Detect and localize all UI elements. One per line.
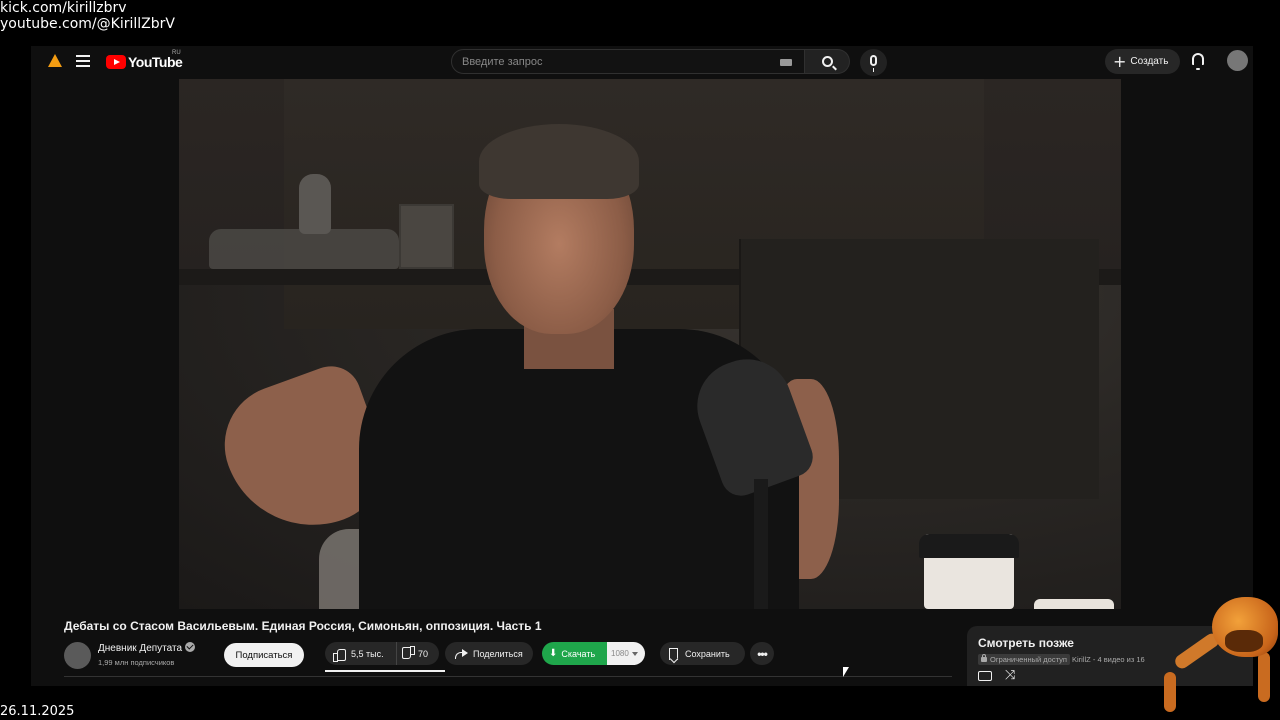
menu-icon[interactable]	[76, 55, 90, 67]
youtube-logo[interactable]: YouTube	[106, 54, 183, 70]
download-group: ⬇ Скачать 1080	[542, 642, 645, 665]
save-label: Сохранить	[685, 648, 730, 659]
youtube-window: YouTube RU + Создать	[31, 46, 1253, 686]
download-quality-value: 1080	[611, 649, 629, 658]
bookmark-icon	[669, 647, 678, 660]
video-title: Дебаты со Стасом Васильевым. Единая Росс…	[64, 619, 542, 633]
video-player[interactable]	[31, 79, 1253, 609]
headcrab-sticker	[1162, 592, 1280, 720]
overlay-date: 26.11.2025	[0, 704, 75, 719]
like-button[interactable]: 5,5 тыс.	[325, 642, 397, 665]
subscriber-count: 1,99 млн подписчиков	[98, 658, 175, 667]
vlc-icon[interactable]	[48, 54, 62, 67]
verified-icon	[185, 642, 196, 652]
search-box	[451, 49, 805, 74]
share-label: Поделиться	[473, 648, 523, 659]
watch-later-title[interactable]: Смотреть позже	[978, 636, 1074, 650]
chevron-down-icon	[631, 651, 638, 656]
create-button[interactable]: + Создать	[1105, 49, 1180, 74]
like-dislike-group: 5,5 тыс. 70	[325, 642, 439, 665]
lock-icon	[981, 654, 987, 662]
search-input[interactable]	[462, 54, 772, 70]
plus-icon: +	[1113, 51, 1127, 71]
access-label: Ограниченный доступ	[990, 655, 1067, 664]
download-icon: ⬇	[549, 648, 558, 659]
create-label: Создать	[1130, 56, 1169, 67]
more-actions-button[interactable]: •••	[750, 642, 774, 665]
like-count: 5,5 тыс.	[351, 648, 384, 659]
thumbs-down-icon	[403, 648, 415, 660]
more-icon: •••	[757, 646, 768, 661]
mouse-cursor-icon	[843, 667, 849, 677]
loop-icon[interactable]	[978, 671, 992, 681]
download-button[interactable]: ⬇ Скачать	[542, 642, 607, 665]
download-label: Скачать	[561, 648, 596, 659]
thumbs-up-icon	[333, 648, 346, 662]
access-badge: Ограниченный доступ	[978, 654, 1070, 665]
watch-later-meta: Ограниченный доступ KirillZ - 4 видео из…	[978, 654, 1145, 665]
bell-icon[interactable]	[1192, 53, 1204, 70]
region-code: RU	[172, 50, 181, 56]
youtube-play-icon	[106, 55, 126, 69]
channel-name-label: Дневник Депутата	[98, 643, 183, 654]
search-button[interactable]	[805, 49, 850, 74]
share-button[interactable]: Поделиться	[445, 642, 533, 665]
avatar[interactable]	[1227, 50, 1248, 71]
keyboard-icon[interactable]	[780, 59, 792, 66]
dislike-button[interactable]: 70	[397, 642, 428, 665]
dislike-count: 70	[418, 648, 429, 659]
playlist-owner[interactable]: KirillZ	[1072, 655, 1091, 664]
shuffle-icon[interactable]: ⤨	[1005, 668, 1015, 683]
channel-name[interactable]: Дневник Депутата	[98, 642, 196, 654]
voice-search-button[interactable]	[860, 49, 887, 76]
overlay-youtube-link: youtube.com/@KirillZbrV	[0, 16, 175, 32]
like-underline	[325, 670, 445, 672]
subscribe-button[interactable]: Подписаться	[224, 643, 304, 667]
divider	[64, 676, 952, 677]
video-frame[interactable]	[179, 79, 1121, 609]
overlay-kick-link: kick.com/kirillzbrv	[0, 0, 127, 16]
share-icon	[454, 648, 468, 659]
youtube-logo-text: YouTube	[128, 54, 183, 70]
channel-avatar[interactable]	[64, 642, 91, 669]
mic-icon	[870, 55, 877, 72]
playlist-progress: 4 видео из 16	[1097, 655, 1145, 664]
top-bar: YouTube RU + Создать	[31, 46, 1253, 79]
search-icon	[822, 56, 833, 67]
download-quality-select[interactable]: 1080	[607, 642, 645, 665]
save-button[interactable]: Сохранить	[660, 642, 745, 665]
